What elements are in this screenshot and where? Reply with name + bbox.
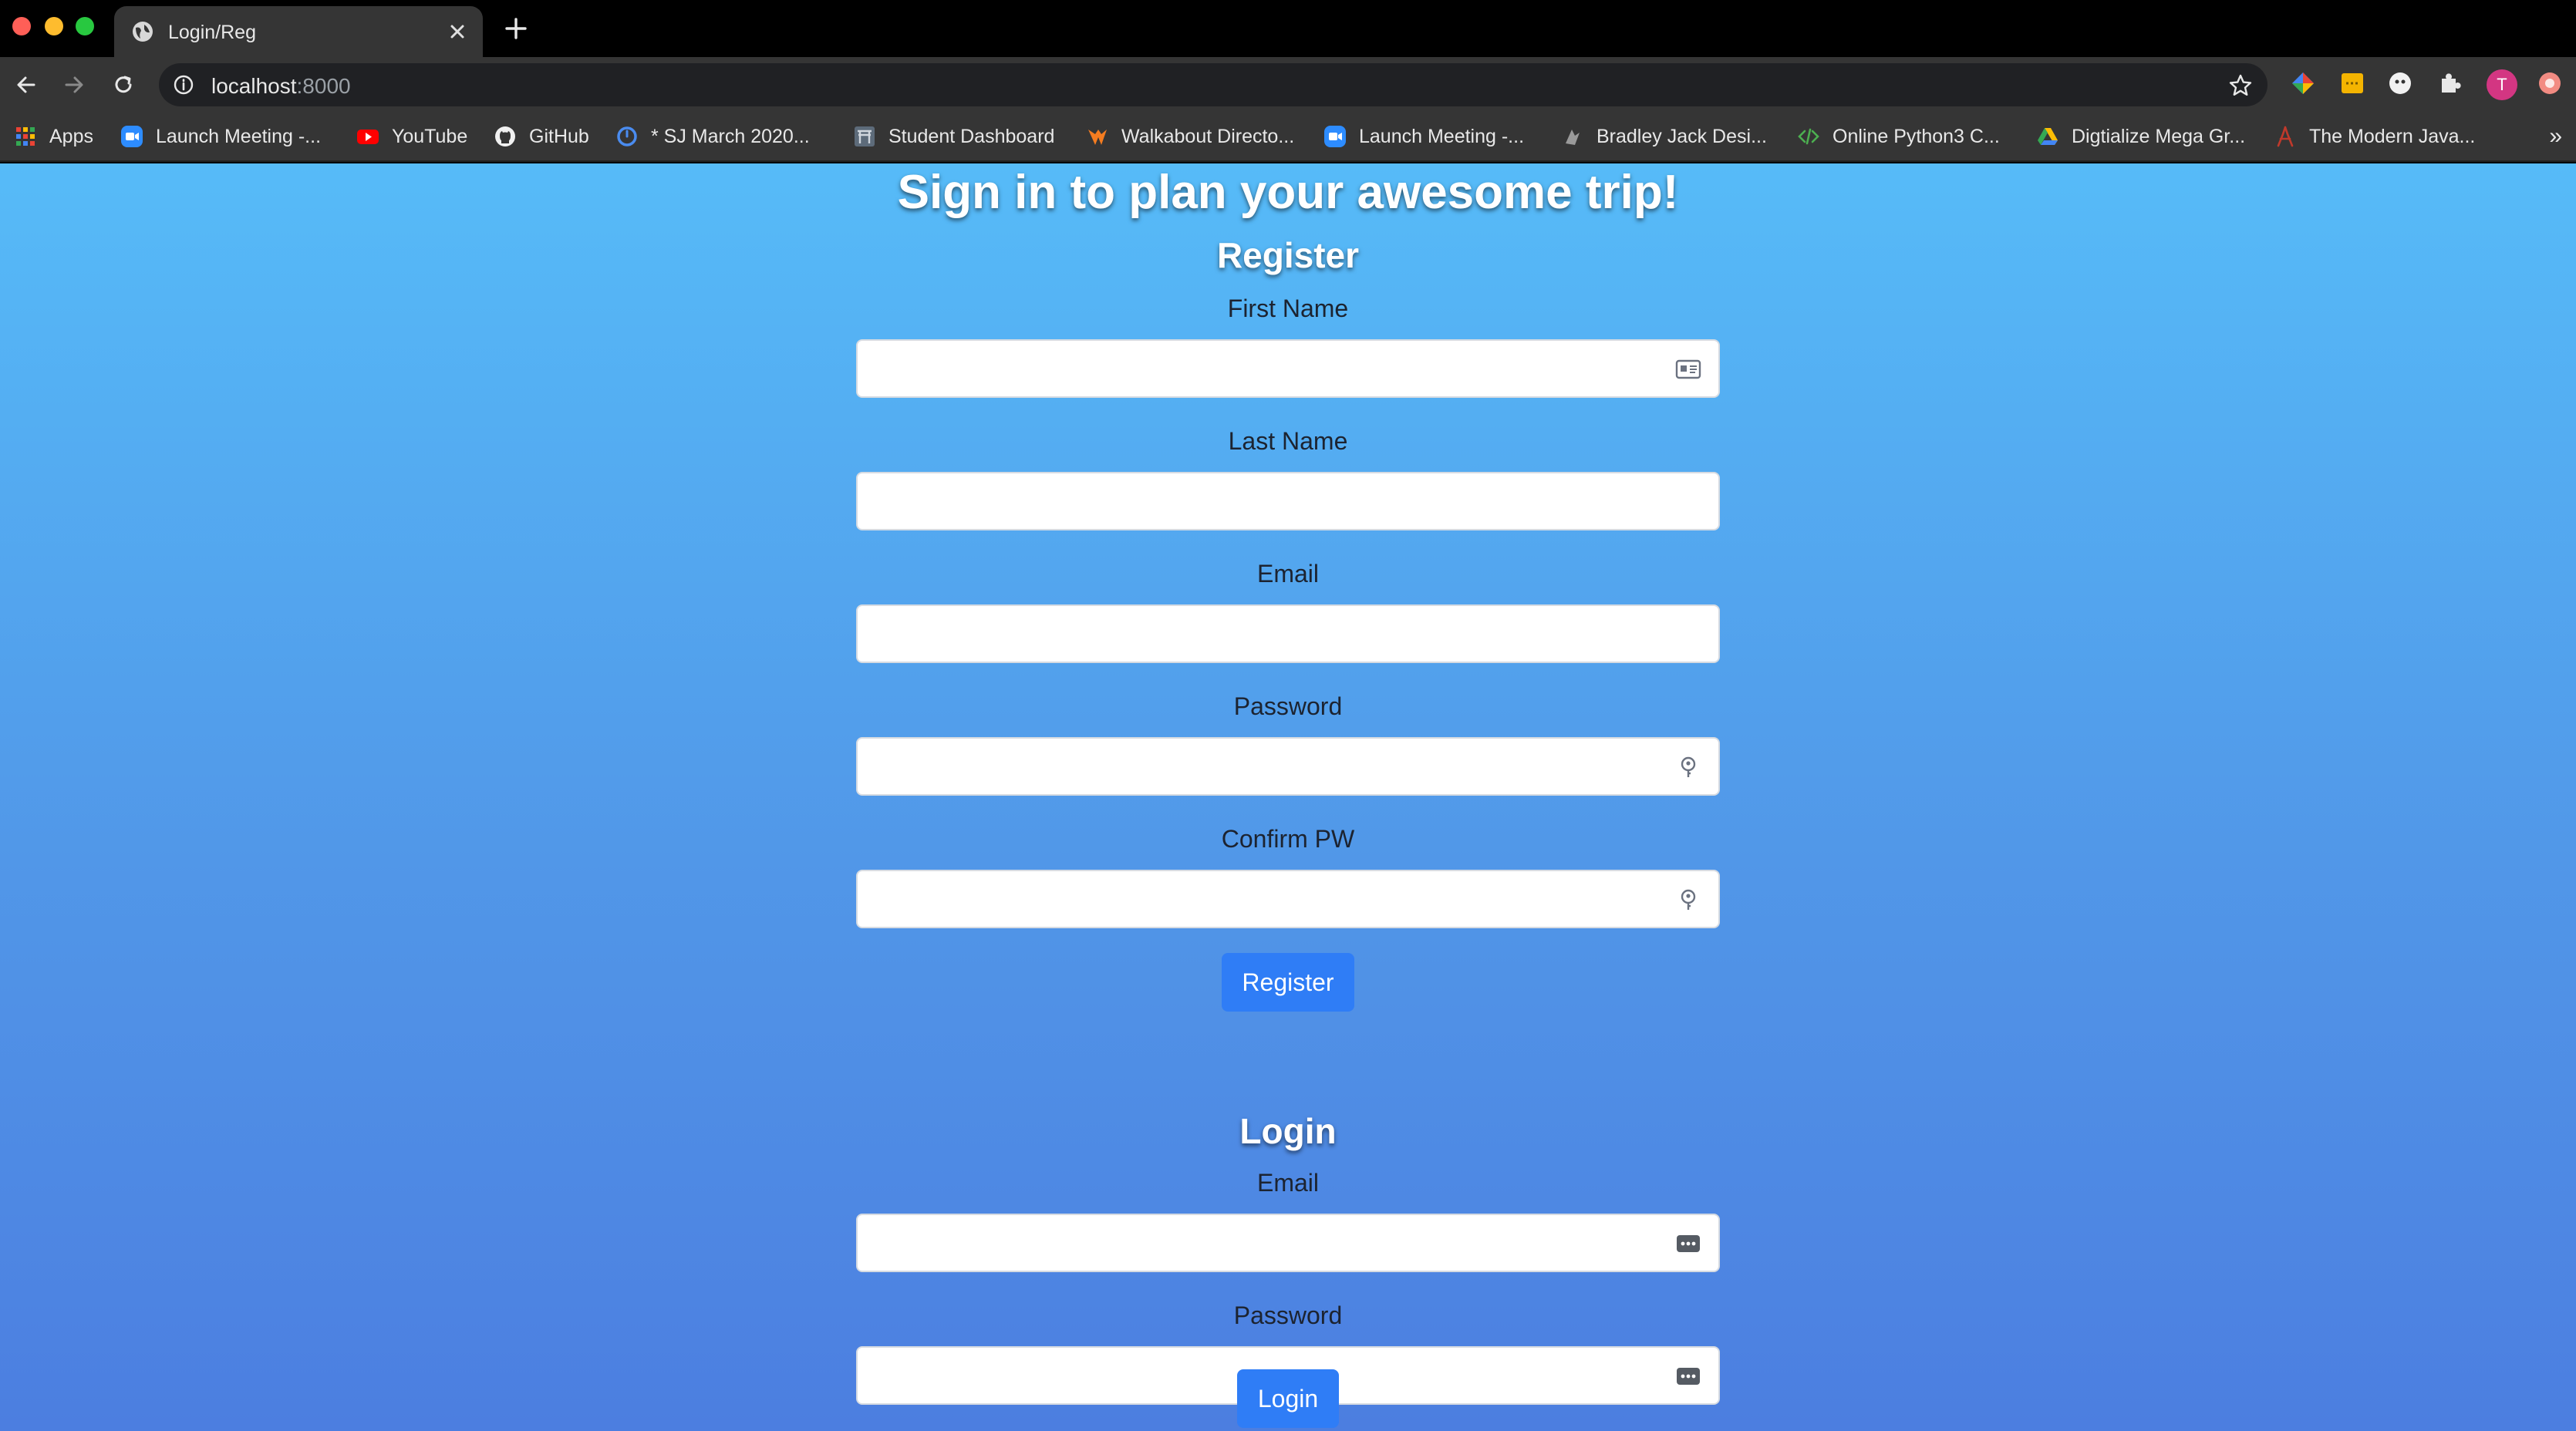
login-email-field[interactable] [856,1214,1720,1272]
walkabout-logo-icon [1088,130,1107,145]
bookmark-apps[interactable]: Apps [14,122,93,151]
url-text: localhost:8000 [211,74,351,99]
last-name-input[interactable] [858,473,1718,529]
first-name-input[interactable] [858,341,1718,396]
page-headline: Sign in to plan your awesome trip! [897,166,1679,219]
bookmark-label: Apps [49,125,93,147]
bookmark-label: Student Dashboard [888,125,1055,147]
password-dots-icon[interactable] [1675,1365,1701,1388]
bookmark-online-python[interactable]: Online Python3 C... [1797,122,2000,151]
bookmark-label: Online Python3 C... [1833,125,2000,147]
apps-grid-icon [16,127,35,146]
url-port: :8000 [296,74,351,98]
url-host: localhost [211,74,297,98]
timer-icon [617,126,637,146]
google-drive-icon [2038,128,2058,145]
site-info-icon[interactable] [173,74,194,96]
bookmark-label: Launch Meeting -... [156,125,322,147]
key-icon[interactable] [1675,888,1701,911]
register-button[interactable]: Register [1222,953,1354,1012]
bookmark-launch-meeting-1[interactable]: Launch Meeting -... [120,122,321,151]
bookmark-label: The Modern Java... [2309,125,2476,147]
register-password-field[interactable] [856,737,1720,796]
maximize-window-button[interactable] [76,17,94,35]
first-name-field[interactable] [856,339,1720,398]
minimize-window-button[interactable] [45,17,63,35]
bookmark-walkabout[interactable]: Walkabout Directo... [1086,122,1294,151]
page-content: Sign in to plan your awesome trip! Regis… [0,163,2576,1431]
close-icon[interactable] [444,19,470,45]
new-tab-plus-icon[interactable] [503,15,529,42]
bookmark-label: YouTube [392,125,468,147]
login-email-input[interactable] [858,1215,1718,1271]
javascript-info-icon [2277,126,2294,147]
tab-strip: Login/Reg [0,0,2576,57]
bookmark-label: Walkabout Directo... [1121,125,1295,147]
bookmark-label: Launch Meeting -... [1359,125,1525,147]
globe-icon [133,22,153,42]
zoom-icon [121,126,143,147]
bookmark-label: * SJ March 2020... [651,125,810,147]
bradley-jack-logo-icon [1566,130,1580,145]
last-name-label: Last Name [1228,427,1348,455]
bookmark-launch-meeting-2[interactable]: Launch Meeting -... [1323,122,1524,151]
bookmarks-bar: Apps Launch Meeting -... YouTube GitHub … [0,113,2576,162]
register-password-input[interactable] [858,739,1718,794]
login-title: Login [1239,1111,1337,1151]
more-bookmarks-chevron[interactable]: » [2549,123,2562,150]
register-title: Register [1216,235,1360,275]
tab-title: Login/Reg [168,22,256,43]
bookmark-modern-java[interactable]: The Modern Java... [2274,122,2475,151]
contact-card-icon[interactable] [1675,358,1701,381]
login-button[interactable]: Login [1237,1369,1339,1428]
zoom-icon [1324,126,1346,147]
confirm-password-input[interactable] [858,871,1718,927]
register-email-field[interactable] [856,604,1720,663]
profile-avatar[interactable]: T [2487,69,2517,100]
youtube-icon [357,130,379,144]
bookmark-github[interactable]: GitHub [494,122,589,151]
bookmark-bradley-jack[interactable]: Bradley Jack Desi... [1561,122,1767,151]
dojo-gate-icon [855,126,875,146]
color-picker-extension-icon[interactable] [2289,69,2317,97]
reload-icon[interactable] [108,69,139,100]
notes-extension-icon[interactable] [2338,69,2366,97]
last-name-field[interactable] [856,472,1720,530]
register-password-label: Password [1233,692,1343,720]
address-bar[interactable]: localhost:8000 [159,63,2267,106]
bookmark-sj-march[interactable]: * SJ March 2020... [615,122,810,151]
code-brackets-icon [1798,128,1819,145]
bookmark-label: Digtialize Mega Gr... [2072,125,2246,147]
bookmark-label: Bradley Jack Desi... [1597,125,1767,147]
confirm-password-label: Confirm PW [1221,825,1355,853]
register-email-input[interactable] [858,606,1718,662]
bookmark-star-icon[interactable] [2227,72,2254,99]
login-email-label: Email [1256,1169,1319,1197]
login-password-label: Password [1233,1301,1343,1329]
confirm-password-field[interactable] [856,870,1720,928]
bookmark-student-dashboard[interactable]: Student Dashboard [853,122,1054,151]
password-dots-icon[interactable] [1675,1232,1701,1255]
browser-toolbar: localhost:8000 [0,57,2576,113]
first-name-label: First Name [1227,295,1349,322]
puzzle-extensions-icon[interactable] [2436,69,2463,97]
back-arrow-icon[interactable] [11,69,42,100]
browser-tab[interactable]: Login/Reg [114,6,483,57]
bookmark-youtube[interactable]: YouTube [356,122,467,151]
update-extension-icon[interactable] [2536,69,2564,97]
close-window-button[interactable] [12,17,31,35]
ghost-extension-icon[interactable] [2386,69,2414,97]
key-icon[interactable] [1675,756,1701,779]
register-email-label: Email [1256,560,1319,588]
github-icon [495,126,515,146]
bookmark-label: GitHub [529,125,589,147]
bookmark-digitalize[interactable]: Digtialize Mega Gr... [2036,122,2245,151]
forward-arrow-icon[interactable] [59,69,89,100]
